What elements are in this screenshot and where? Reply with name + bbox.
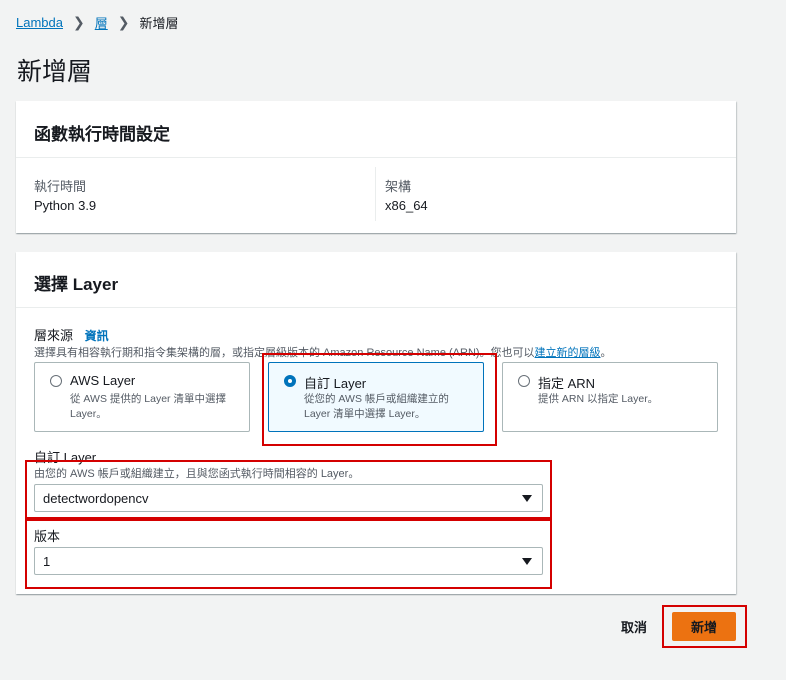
architecture-label: 架構 bbox=[385, 179, 412, 194]
breadcrumb-current: 新增層 bbox=[139, 15, 179, 31]
option-aws-layer[interactable]: AWS Layer 從 AWS 提供的 Layer 清單中選擇 Layer。 bbox=[34, 362, 250, 432]
choose-layer-title: 選擇 Layer bbox=[34, 275, 119, 294]
runtime-label: 執行時間 bbox=[34, 179, 87, 194]
info-link[interactable]: 資訊 bbox=[85, 329, 109, 343]
option-specify-arn-desc: 提供 ARN 以指定 Layer。 bbox=[538, 393, 659, 405]
divider bbox=[16, 157, 736, 158]
create-new-layer-link[interactable]: 建立新的層級 bbox=[535, 347, 601, 359]
runtime-value: Python 3.9 bbox=[34, 198, 97, 213]
divider bbox=[16, 307, 736, 308]
column-divider bbox=[375, 167, 376, 221]
chevron-right-icon: ❯ bbox=[72, 13, 85, 30]
cancel-button[interactable]: 取消 bbox=[621, 617, 647, 636]
layer-source-label: 層來源 資訊 bbox=[34, 325, 109, 344]
layer-source-desc-suffix: 。 bbox=[600, 347, 612, 359]
option-specify-arn-title: 指定 ARN bbox=[538, 376, 596, 391]
highlight-custom-layer-select bbox=[25, 460, 552, 521]
highlight-version-select bbox=[25, 517, 552, 589]
chevron-right-icon: ❯ bbox=[117, 13, 130, 30]
highlight-custom-layer-option bbox=[262, 353, 497, 446]
radio-aws-layer[interactable] bbox=[50, 375, 62, 387]
submit-button[interactable]: 新增 bbox=[672, 612, 736, 641]
architecture-value: x86_64 bbox=[385, 198, 428, 213]
breadcrumb-layers-link[interactable]: 層 bbox=[95, 13, 108, 32]
option-aws-layer-title: AWS Layer bbox=[70, 373, 136, 388]
page-title: 新增層 bbox=[17, 58, 93, 86]
layer-source-label-text: 層來源 bbox=[34, 328, 74, 343]
runtime-settings-panel: 函數執行時間設定 執行時間 Python 3.9 架構 x86_64 bbox=[16, 101, 736, 233]
runtime-settings-title: 函數執行時間設定 bbox=[34, 125, 170, 144]
option-specify-arn[interactable]: 指定 ARN 提供 ARN 以指定 Layer。 bbox=[502, 362, 718, 432]
radio-specify-arn[interactable] bbox=[518, 375, 530, 387]
breadcrumb: Lambda ❯ 層 ❯ 新增層 bbox=[16, 12, 178, 32]
breadcrumb-lambda-link[interactable]: Lambda bbox=[16, 15, 63, 30]
option-aws-layer-desc: 從 AWS 提供的 Layer 清單中選擇 Layer。 bbox=[70, 393, 226, 420]
